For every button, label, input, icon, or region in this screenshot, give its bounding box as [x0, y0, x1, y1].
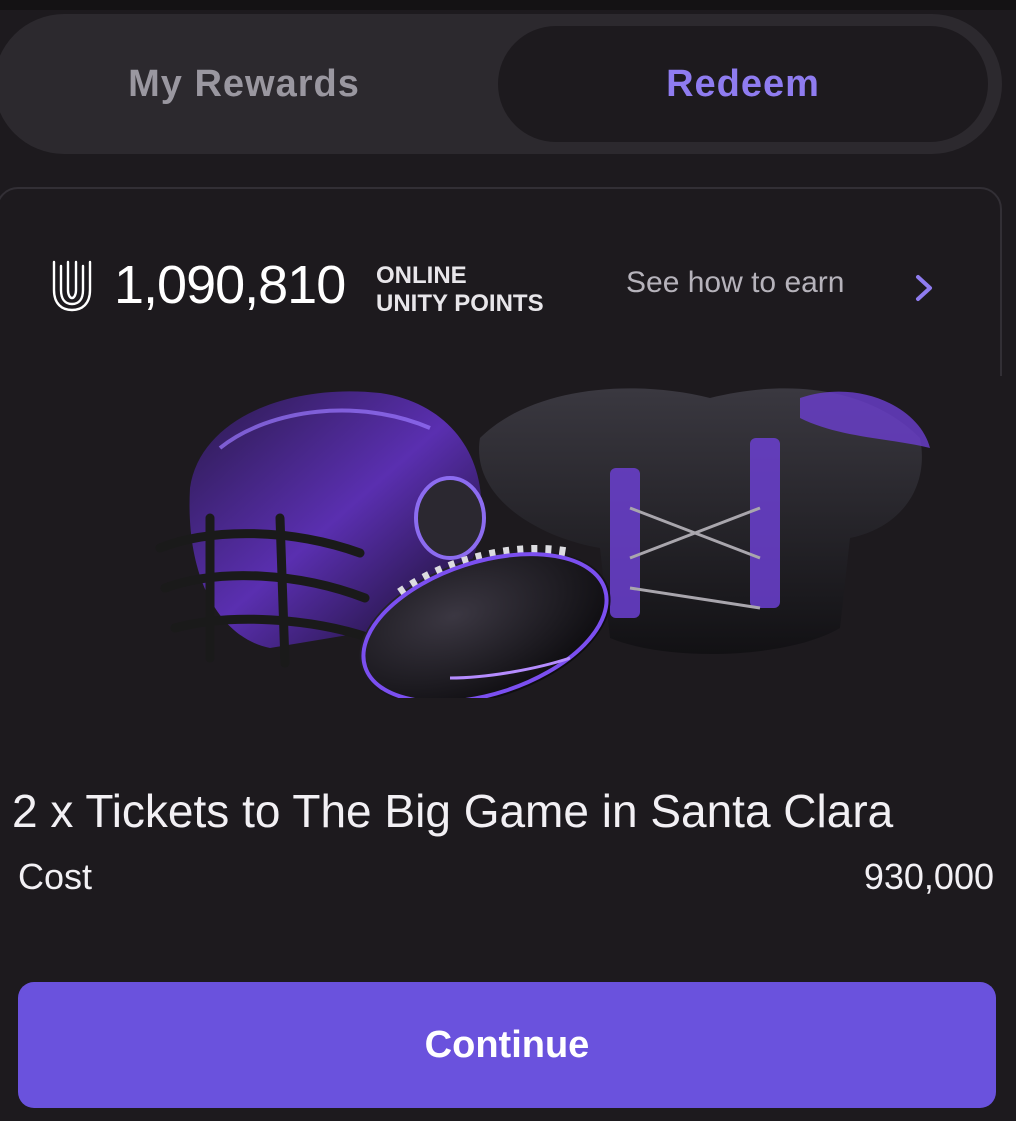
- points-label-line2: UNITY POINTS: [376, 290, 544, 317]
- continue-button[interactable]: Continue: [18, 982, 996, 1108]
- tab-my-rewards[interactable]: My Rewards: [0, 26, 494, 142]
- status-strip: [0, 0, 1016, 10]
- reward-tabs: My Rewards Redeem: [0, 14, 1002, 154]
- football-gear-image: [155, 388, 930, 698]
- cost-label: Cost: [18, 856, 93, 897]
- see-how-to-earn-link[interactable]: See how to earn: [626, 266, 844, 300]
- unity-logo-icon: [52, 260, 92, 312]
- reward-title: 2 x Tickets to The Big Game in Santa Cla…: [12, 785, 894, 837]
- cost-value: 930,000: [863, 856, 994, 897]
- points-label: ONLINE UNITY POINTS: [376, 262, 544, 318]
- chevron-right-icon[interactable]: [910, 272, 938, 304]
- points-label-line1: ONLINE: [376, 262, 467, 289]
- points-balance: 1,090,810: [114, 255, 346, 315]
- tab-redeem[interactable]: Redeem: [498, 26, 988, 142]
